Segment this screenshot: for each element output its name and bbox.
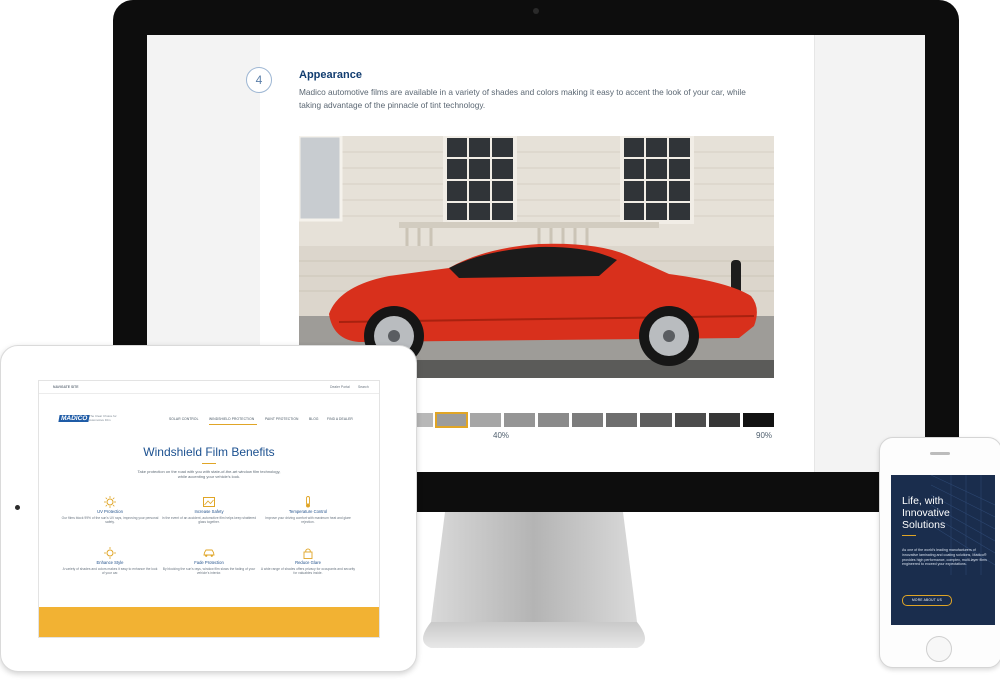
hero-headline: Life, with Innovative Solutions (902, 495, 950, 531)
step-number-badge: 4 (246, 67, 272, 93)
benefit-reduce-glare: Reduce Glare A wide range of shades offe… (259, 546, 357, 575)
shade-label-light: 40% (493, 431, 510, 440)
page-intro: Take protection on the road with you wit… (137, 469, 281, 480)
image-icon (203, 495, 215, 507)
shade-swatch[interactable] (537, 413, 570, 427)
shade-swatch[interactable] (742, 413, 774, 427)
benefit-increase-safety: Increase Safety In the event of an accid… (160, 495, 258, 524)
lock-icon (302, 546, 314, 559)
home-button[interactable] (926, 636, 952, 662)
benefit-uv-protection: UV Protection Our films block 99% of the… (61, 495, 159, 524)
shade-swatch[interactable] (503, 413, 535, 427)
iphone-screen: Life, with Innovative Solutions As one o… (891, 475, 995, 625)
navigate-site-link[interactable]: NAVIGATE SITE (53, 385, 79, 389)
nav-find-a-dealer[interactable]: FIND A DEALER (327, 417, 353, 421)
shade-swatch[interactable] (708, 413, 740, 427)
benefit-desc: Improve your driving comfort with maximu… (265, 516, 351, 525)
title-rule (202, 463, 216, 464)
ipad-screen: NAVIGATE SITE Dealer Portal Search MADIC… (38, 380, 380, 638)
benefit-desc: By blocking the sun's rays, window film … (162, 567, 256, 576)
speaker-icon (930, 452, 950, 455)
search-link[interactable]: Search (358, 385, 369, 389)
shade-swatch[interactable] (572, 413, 604, 427)
section-body: Madico automotive films are available in… (299, 87, 746, 110)
benefit-title: Increase Safety (194, 509, 224, 514)
shade-swatch[interactable] (640, 413, 672, 427)
benefit-title: Enhance Style (96, 560, 124, 565)
nav-windshield-protection[interactable]: WINDSHIELD PROTECTION (209, 417, 254, 421)
shade-swatch[interactable] (606, 413, 638, 427)
ipad-topbar: NAVIGATE SITE Dealer Portal Search (39, 381, 379, 394)
car-photo (299, 136, 774, 378)
benefit-desc: In the event of an accident, automotive … (161, 516, 257, 525)
nav-active-underline (209, 424, 257, 425)
benefit-desc: A wide range of shades offers privacy fo… (260, 567, 356, 576)
benefit-enhance-style: Enhance Style A variety of shades and co… (61, 546, 159, 575)
footer-accent-band (39, 607, 379, 637)
nav-paint-protection[interactable]: PAINT PROTECTION (265, 417, 299, 421)
car-icon (203, 546, 215, 558)
benefit-title: Temperature Control (288, 509, 328, 514)
nav-solar-control[interactable]: SOLAR CONTROL (169, 417, 199, 421)
shade-swatch[interactable] (674, 413, 706, 427)
section-title: Appearance (299, 69, 362, 81)
dealer-portal-link[interactable]: Dealer Portal (330, 385, 350, 389)
camera-icon (533, 8, 539, 14)
hero-body: As one of the world's leading manufactur… (902, 548, 987, 567)
benefit-title: Fade Protection (194, 560, 224, 565)
benefit-desc: A variety of shades and colors makes it … (62, 567, 158, 576)
right-margin (814, 35, 925, 472)
thermometer-icon (302, 495, 314, 508)
benefit-fade-protection: Fade Protection By blocking the sun's ra… (160, 546, 258, 575)
shade-swatch[interactable] (469, 413, 501, 427)
page-title: Windshield Film Benefits (143, 445, 275, 459)
benefit-temperature-control: Temperature Control Improve your driving… (259, 495, 357, 524)
madico-logo[interactable]: MADICO (58, 415, 90, 422)
imac-stand (415, 512, 653, 652)
logo-tagline: The Clear Choice for Automotive Film (89, 414, 117, 422)
ipad-camera-icon (15, 505, 20, 510)
benefit-title: UV Protection (97, 509, 123, 514)
benefit-title: Reduce Glare (295, 560, 321, 565)
benefit-desc: Our films block 99% of the sun's UV rays… (61, 516, 159, 525)
nav-blog[interactable]: BLOG (309, 417, 319, 421)
more-about-us-button[interactable]: MORE ABOUT US (902, 595, 952, 606)
shade-label-dark: 90% (756, 431, 773, 440)
sun-icon (104, 495, 116, 508)
headline-rule (902, 535, 916, 536)
sun-icon (104, 546, 116, 559)
shade-swatch[interactable] (434, 412, 468, 428)
